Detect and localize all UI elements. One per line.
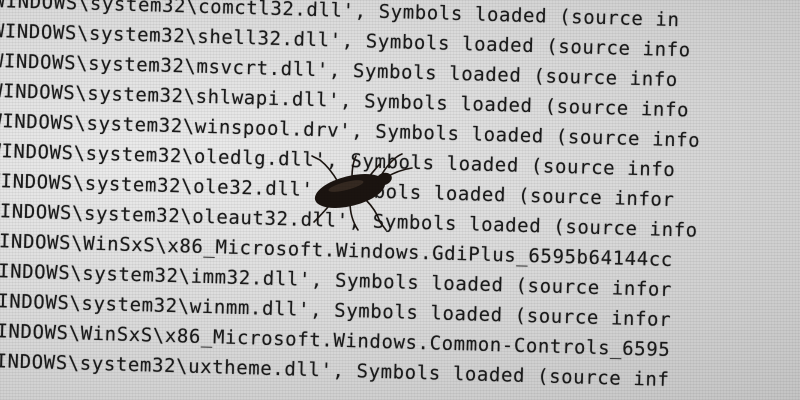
bug-icon [311, 153, 413, 231]
monitor-screen: WINDOWS\system32\comctl32.dll', Symbols … [0, 0, 800, 400]
